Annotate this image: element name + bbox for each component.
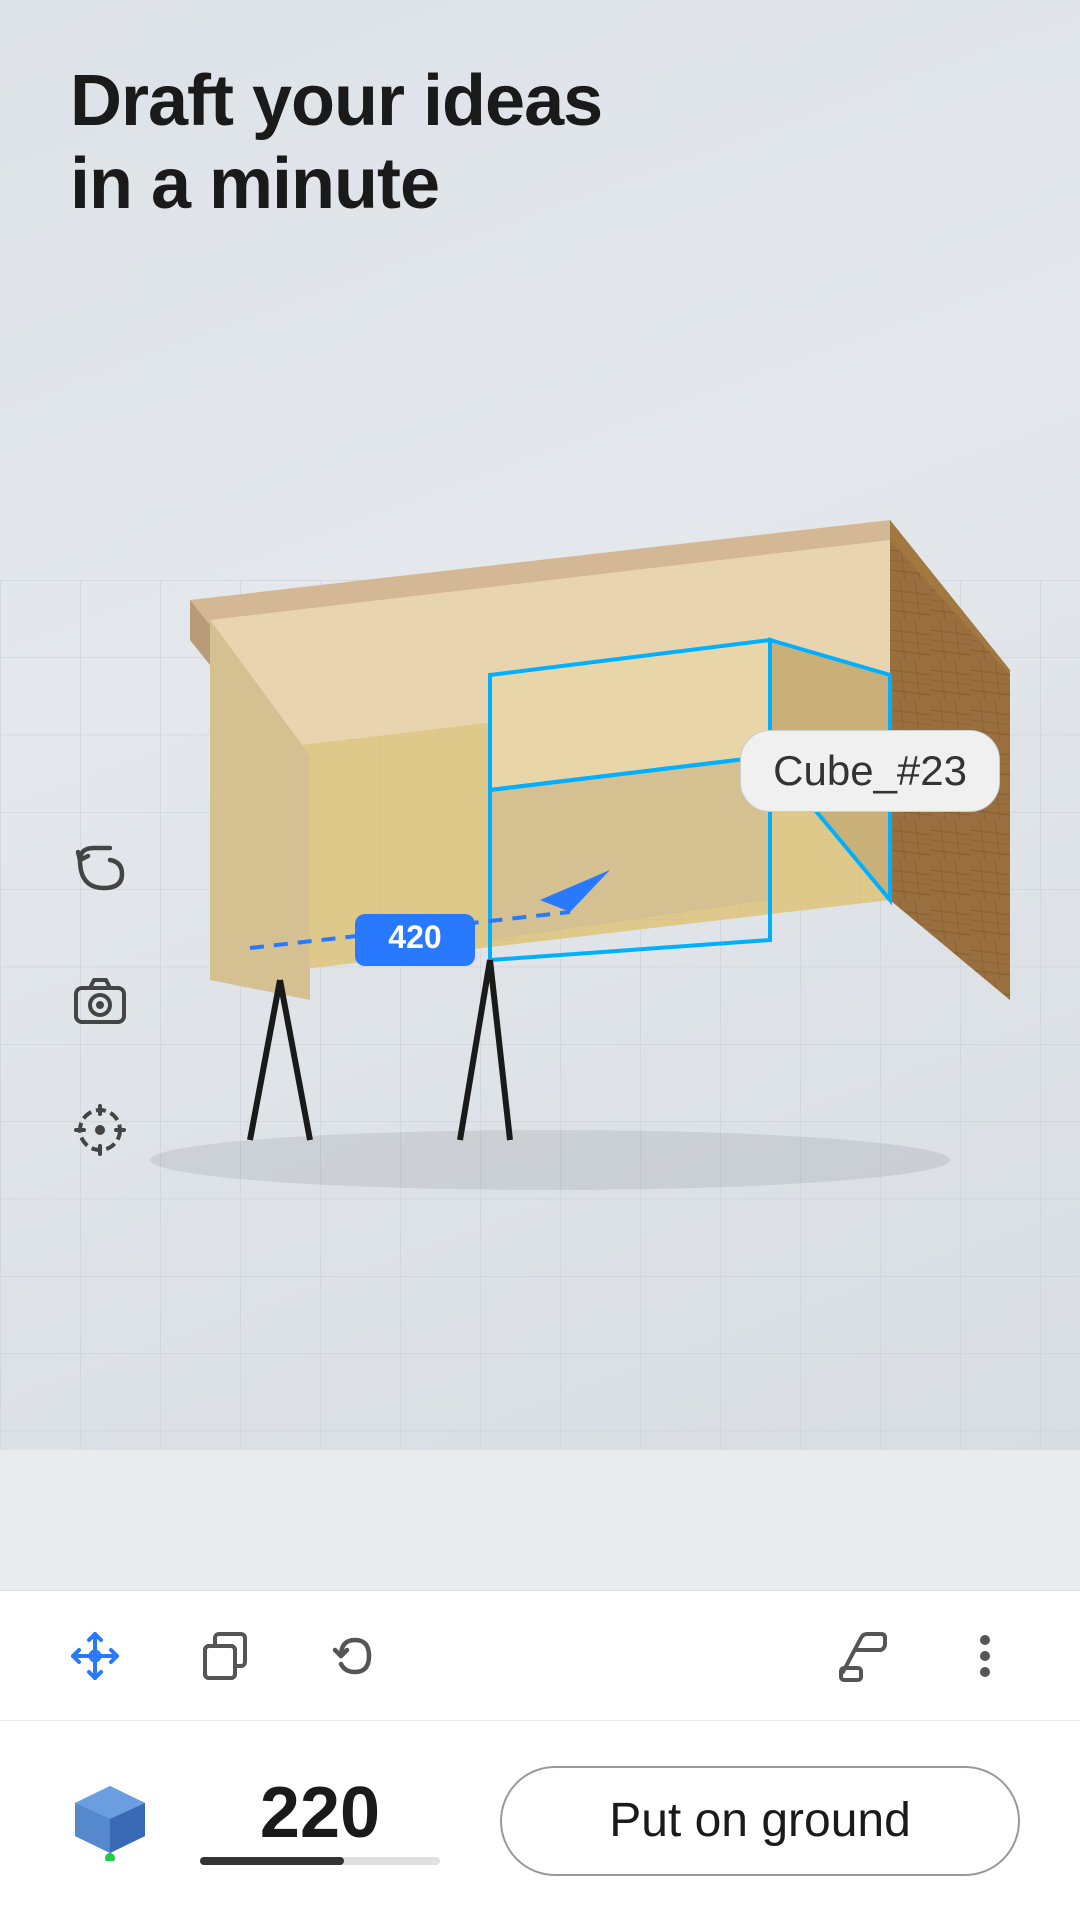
- height-indicator: 220: [200, 1777, 440, 1865]
- more-options-button[interactable]: [950, 1621, 1020, 1691]
- object-name: Cube_#23: [773, 747, 967, 794]
- svg-text:420: 420: [388, 919, 441, 955]
- height-value: 220: [260, 1777, 380, 1849]
- put-on-ground-button[interactable]: Put on ground: [500, 1766, 1020, 1876]
- object-icon-container: [60, 1781, 160, 1861]
- height-bar-fill: [200, 1857, 344, 1865]
- toolbar-right-group: [830, 1621, 1020, 1691]
- height-bar: [200, 1857, 440, 1865]
- object-3d-icon: [60, 1781, 160, 1861]
- transform-button[interactable]: [60, 1621, 130, 1691]
- sidebar-buttons: [60, 830, 140, 1170]
- page-title: Draft your ideas in a minute: [70, 60, 602, 226]
- camera-button[interactable]: [60, 960, 140, 1040]
- bottom-toolbar: [0, 1590, 1080, 1720]
- title-line1: Draft your ideas: [70, 61, 602, 141]
- reset-button[interactable]: [320, 1621, 390, 1691]
- paint-button[interactable]: [830, 1621, 900, 1691]
- put-on-ground-label: Put on ground: [609, 1793, 911, 1848]
- target-button[interactable]: [60, 1090, 140, 1170]
- object-label: Cube_#23: [740, 730, 1000, 812]
- duplicate-button[interactable]: [190, 1621, 260, 1691]
- title-line2: in a minute: [70, 144, 439, 224]
- undo-button[interactable]: [60, 830, 140, 910]
- title-area: Draft your ideas in a minute: [70, 60, 602, 226]
- toolbar-left-group: [60, 1621, 390, 1691]
- bottom-action-bar: 220 Put on ground: [0, 1720, 1080, 1920]
- 3d-viewport: Draft your ideas in a minute: [0, 0, 1080, 1450]
